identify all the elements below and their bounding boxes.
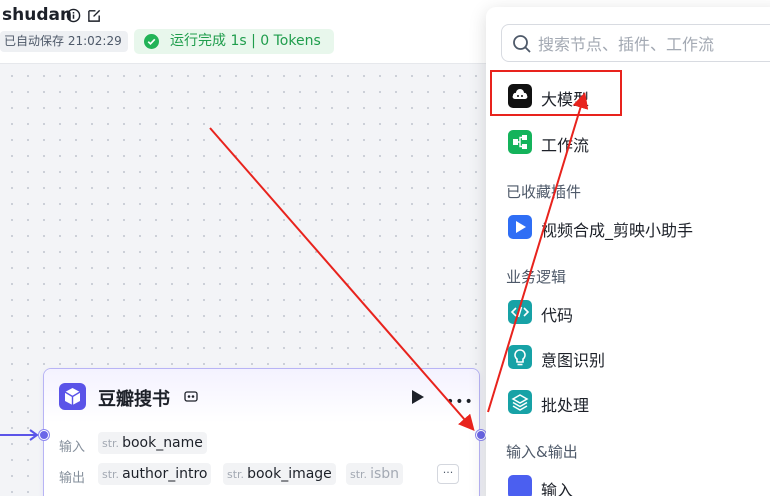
param-name: isbn xyxy=(370,466,400,482)
menu-item-video-plugin[interactable]: 视频合成_剪映小助手 xyxy=(492,209,770,245)
code-icon xyxy=(508,300,532,324)
input-label: 输入 xyxy=(59,440,86,455)
play-icon[interactable] xyxy=(411,389,425,405)
run-status-badge[interactable]: 运行完成 1s | 0 Tokens xyxy=(134,29,334,54)
run-status-text: 运行完成 1s | 0 Tokens xyxy=(170,33,321,49)
menu-item-code[interactable]: 代码 xyxy=(492,294,770,330)
annotation-highlight-box xyxy=(490,70,622,116)
menu-item-label: 工作流 xyxy=(541,136,590,155)
more-options-icon[interactable]: ••• xyxy=(446,394,474,410)
param-type: str. xyxy=(227,468,245,481)
autosave-status: 已自动保存 21:02:29 xyxy=(0,31,128,52)
cube-icon xyxy=(59,383,86,410)
edit-icon[interactable] xyxy=(87,8,102,23)
workflow-title: shudan xyxy=(2,5,73,25)
param-type: str. xyxy=(102,468,120,481)
output-param-tag: str. isbn xyxy=(346,463,404,485)
more-outputs-button[interactable]: ··· xyxy=(437,464,459,484)
menu-item-label: 输入 xyxy=(541,481,574,496)
section-title-business-logic: 业务逻辑 xyxy=(506,268,567,286)
param-type: str. xyxy=(102,437,120,450)
input-param-tag: str. book_name xyxy=(98,432,207,454)
output-param-tag: str. author_intro xyxy=(98,463,212,485)
menu-item-label: 代码 xyxy=(541,306,574,325)
batch-icon xyxy=(508,390,532,414)
intent-icon xyxy=(508,345,532,369)
section-title-io: 输入&输出 xyxy=(506,443,578,461)
param-type: str. xyxy=(350,468,368,481)
section-title-favorites: 已收藏插件 xyxy=(506,183,582,201)
info-icon[interactable] xyxy=(66,8,81,23)
search-input[interactable] xyxy=(538,32,770,56)
menu-item-batch[interactable]: 批处理 xyxy=(492,384,770,420)
input-icon xyxy=(508,475,532,496)
search-icon xyxy=(513,35,531,53)
menu-item-intent[interactable]: 意图识别 xyxy=(492,339,770,375)
node-input-port[interactable] xyxy=(39,430,49,440)
node-output-port[interactable] xyxy=(476,430,486,440)
output-label: 输出 xyxy=(59,471,86,486)
douban-search-node[interactable]: 豆瓣搜书 ••• 输入 str. book_name 输出 str. author_… xyxy=(43,368,480,496)
workflow-icon xyxy=(508,130,532,154)
menu-item-label: 视频合成_剪映小助手 xyxy=(541,221,694,240)
check-circle-icon xyxy=(144,34,159,49)
video-plugin-icon xyxy=(508,215,532,239)
param-name: book_name xyxy=(122,435,203,451)
output-param-tag: str. book_image xyxy=(223,463,336,485)
menu-item-label: 批处理 xyxy=(541,396,590,415)
search-box[interactable] xyxy=(501,24,770,62)
plugin-link-icon[interactable] xyxy=(184,390,198,404)
node-title: 豆瓣搜书 xyxy=(98,389,170,410)
param-name: book_image xyxy=(247,466,332,482)
menu-item-label: 意图识别 xyxy=(541,351,606,370)
menu-item-workflow[interactable]: 工作流 xyxy=(492,124,770,160)
menu-item-input[interactable]: 输入 xyxy=(492,469,770,496)
param-name: author_intro xyxy=(122,466,208,482)
